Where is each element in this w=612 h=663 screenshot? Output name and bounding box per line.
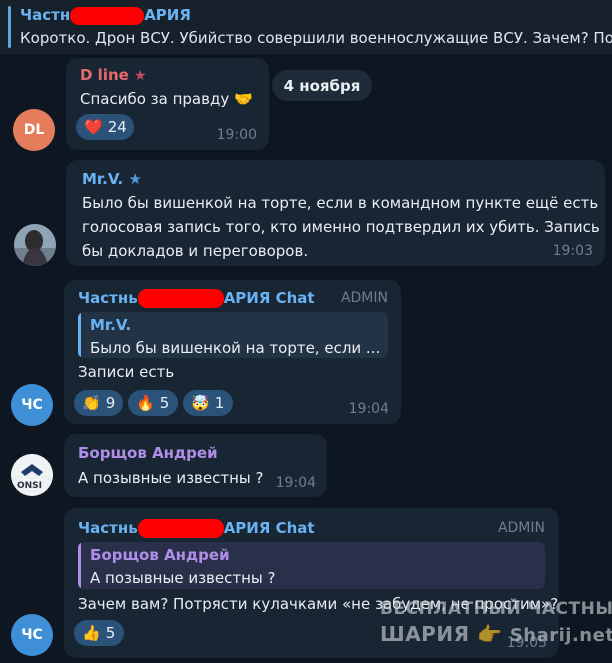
message-time: 19:04 — [275, 475, 316, 491]
watermark-line2: ШАРИЯ 👉 Sharij.net — [380, 622, 612, 646]
message-line: бы докладов и переговоров. — [82, 242, 309, 260]
avatar-logo-text: ONSI — [17, 481, 43, 491]
reaction-heart[interactable]: ❤️ 24 — [76, 114, 134, 140]
message-text: Записи есть — [78, 363, 175, 381]
reply-sender: Борщов Андрей — [90, 546, 230, 564]
avatar[interactable]: ONSI — [11, 454, 53, 496]
reaction-clap[interactable]: 👏 9 — [74, 390, 123, 416]
mind-blown-icon: 🤯 — [191, 394, 210, 412]
reaction-count: 5 — [159, 394, 170, 412]
message-text: Было бы вишенкой на торте, если в команд… — [82, 191, 600, 263]
avatar[interactable]: ЧС — [11, 614, 53, 656]
reaction-mindblown[interactable]: 🤯 1 — [183, 390, 233, 416]
star-badge-icon: ★ — [134, 68, 147, 84]
sender-name[interactable]: Mr.V. ★ — [82, 170, 142, 188]
message-time: 19:04 — [348, 401, 389, 417]
message-bubble[interactable]: D line ★ Спасибо за правду 🤝 ❤️ 24 19:00 — [66, 58, 269, 150]
message-bubble[interactable]: Борщов Андрей А позывные известны ? 19:0… — [64, 434, 327, 497]
reaction-count: 1 — [214, 394, 225, 412]
message-line: голосовая запись того, кто именно подтве… — [82, 218, 600, 236]
sender-label: Mr.V. — [82, 170, 124, 188]
avatar[interactable]: ЧС — [11, 384, 53, 426]
pinned-message-bar[interactable]: Частн АРИЯ Коротко. Дрон ВСУ. Убийство со… — [0, 0, 612, 54]
avatar-initials: ЧС — [21, 627, 43, 643]
clap-icon: 👏 — [82, 394, 101, 412]
date-separator: 4 ноября — [272, 70, 372, 101]
watermark-line1: БЕСПЛАТНЫЙ ЧАСТНЫЙ — [380, 599, 612, 619]
thumbs-up-icon: 👍 — [82, 624, 101, 642]
heart-icon: ❤️ — [84, 118, 103, 136]
message-text: Спасибо за правду 🤝 — [80, 90, 253, 108]
message-text: А позывные известны ? — [78, 469, 264, 487]
redaction-mark — [70, 6, 145, 25]
reaction-thumbs-up[interactable]: 👍 5 — [74, 620, 124, 646]
message-bubble[interactable]: Частнь АРИЯ Chat ADMIN Mr.V. Было бы више… — [64, 280, 401, 424]
pointing-hand-icon: 👉 — [476, 622, 503, 646]
reply-sender: Mr.V. — [90, 316, 132, 334]
sender-right: АРИЯ Chat — [223, 519, 315, 537]
reaction-count: 24 — [107, 118, 127, 136]
avatar[interactable]: DL — [13, 109, 55, 151]
pinned-sender-right: АРИЯ — [144, 6, 191, 24]
message-bubble[interactable]: Mr.V. ★ Было бы вишенкой на торте, если … — [66, 160, 605, 266]
message-time: 19:00 — [216, 127, 257, 143]
message-line: Было бы вишенкой на торте, если в команд… — [82, 194, 599, 212]
pinned-text: Коротко. Дрон ВСУ. Убийство совершили во… — [20, 29, 612, 47]
sender-label: D line — [80, 66, 129, 84]
reply-accent-bar — [78, 542, 81, 589]
star-badge-icon: ★ — [128, 170, 142, 188]
sender-left: Частнь — [78, 519, 138, 537]
watermark-brand: ШАРИЯ — [380, 622, 470, 646]
reaction-count: 9 — [105, 394, 116, 412]
reply-quote[interactable]: Борщов Андрей А позывные известны ? — [78, 542, 545, 589]
fire-icon: 🔥 — [136, 394, 155, 412]
redaction-mark — [137, 519, 224, 538]
admin-badge: ADMIN — [497, 520, 545, 536]
avatar[interactable] — [14, 224, 56, 266]
reaction-fire[interactable]: 🔥 5 — [128, 390, 178, 416]
reply-text: А позывные известны ? — [90, 569, 276, 587]
pinned-sender-left: Частн — [20, 6, 71, 24]
admin-badge: ADMIN — [340, 290, 388, 306]
avatar-initials: ЧС — [21, 397, 43, 413]
sender-left: Частнь — [78, 289, 138, 307]
message-time: 19:03 — [552, 243, 593, 259]
sender-name[interactable]: Частнь АРИЯ Chat — [78, 289, 315, 308]
pinned-sender: Частн АРИЯ — [20, 6, 191, 25]
sender-name[interactable]: Частнь АРИЯ Chat — [78, 519, 315, 538]
reply-accent-bar — [78, 312, 81, 358]
reply-quote[interactable]: Mr.V. Было бы вишенкой на торте, если ..… — [78, 312, 388, 358]
watermark-site: Sharij.net — [509, 625, 612, 646]
avatar-initials: DL — [23, 122, 45, 138]
reply-text: Было бы вишенкой на торте, если ... — [90, 339, 381, 357]
sender-name[interactable]: D line ★ — [80, 66, 147, 84]
sender-right: АРИЯ Chat — [223, 289, 315, 307]
reaction-count: 5 — [105, 624, 116, 642]
user-photo-icon — [14, 224, 56, 266]
sender-name[interactable]: Борщов Андрей — [78, 444, 218, 462]
redaction-mark — [137, 289, 224, 308]
pinned-accent-bar — [8, 6, 11, 48]
